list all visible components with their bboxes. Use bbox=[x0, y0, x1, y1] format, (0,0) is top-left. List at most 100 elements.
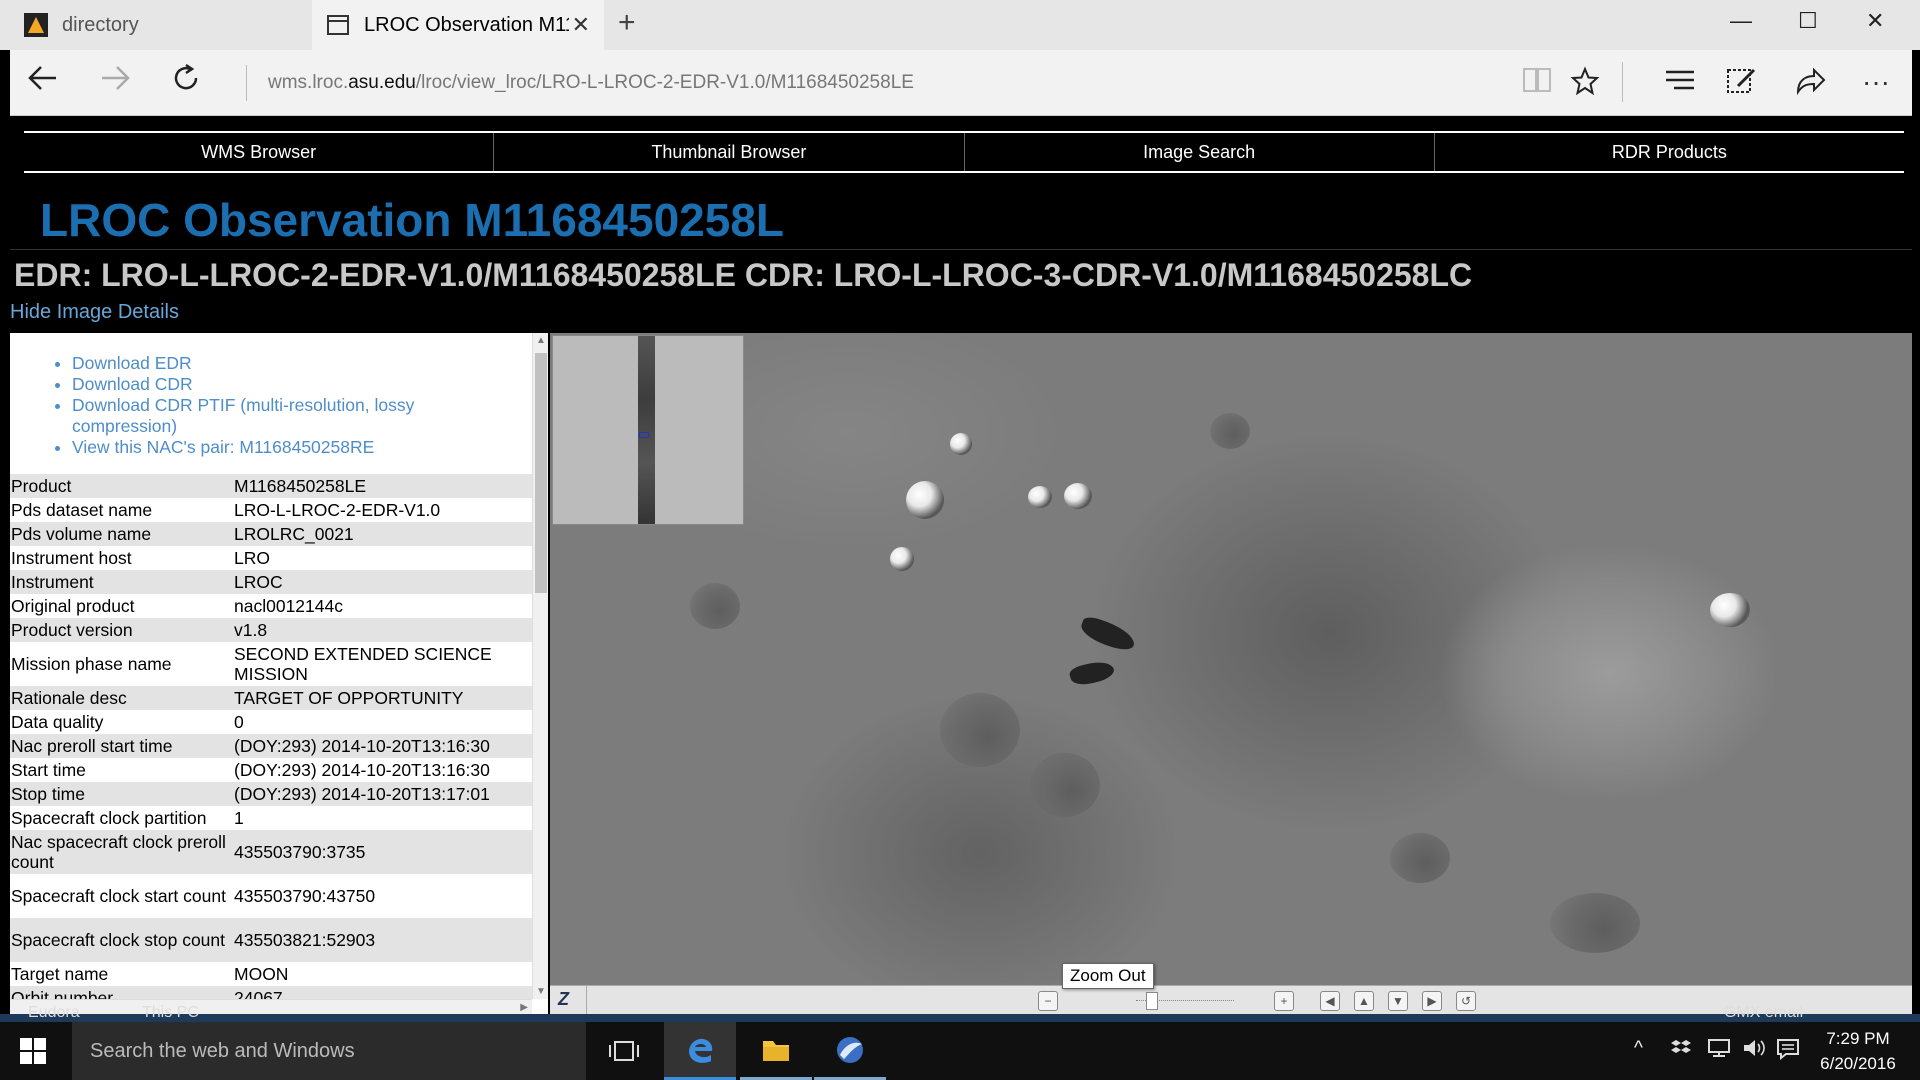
pan-left-icon[interactable]: ◀ bbox=[1320, 991, 1340, 1011]
address-bar: wms.lroc.asu.edu/lroc/view_lroc/LRO-L-LR… bbox=[10, 50, 1912, 116]
desktop-icon-this-pc[interactable]: This PC bbox=[142, 1004, 199, 1022]
tab-title: LROC Observation M1168450258L bbox=[364, 13, 569, 36]
url-field[interactable]: wms.lroc.asu.edu/lroc/view_lroc/LRO-L-LR… bbox=[268, 72, 914, 94]
property-key: Data quality bbox=[11, 712, 104, 732]
task-view-icon[interactable] bbox=[588, 1022, 660, 1080]
star-icon[interactable] bbox=[1570, 66, 1600, 103]
property-value: 435503790:43750 bbox=[234, 886, 376, 906]
download-cdr-link[interactable]: Download CDR bbox=[72, 374, 432, 395]
property-row: Spacecraft clock stop count 435503821:529… bbox=[10, 918, 532, 962]
taskbar-search-box[interactable]: Search the web and Windows bbox=[72, 1022, 586, 1080]
pan-up-icon[interactable]: ▲ bbox=[1354, 991, 1374, 1011]
zoom-out-icon[interactable]: − bbox=[1038, 991, 1058, 1011]
url-prefix: wms.lroc. bbox=[268, 72, 349, 93]
bright-crater bbox=[906, 481, 944, 519]
volume-icon[interactable] bbox=[1742, 1038, 1766, 1064]
pan-down-icon[interactable]: ▼ bbox=[1388, 991, 1408, 1011]
url-path: /lroc/view_lroc/LRO-L-LROC-2-EDR-V1.0/M1… bbox=[415, 72, 914, 93]
close-tab-icon[interactable]: ✕ bbox=[572, 12, 590, 38]
dark-crater bbox=[1390, 833, 1450, 883]
zoomify-logo: Z bbox=[558, 989, 569, 1009]
hub-icon[interactable] bbox=[1664, 66, 1696, 101]
pen-icon[interactable] bbox=[1726, 66, 1758, 103]
property-row: Nac spacecraft clock preroll count 435503… bbox=[10, 830, 532, 874]
pan-right-icon[interactable]: ▶ bbox=[1422, 991, 1442, 1011]
maximize-icon[interactable]: ☐ bbox=[1798, 8, 1818, 34]
property-row: Spacecraft clock partition 1 bbox=[10, 806, 532, 830]
nav-rdr-products[interactable]: RDR Products bbox=[1435, 133, 1904, 171]
url-divider bbox=[246, 65, 247, 101]
new-tab-icon[interactable]: + bbox=[618, 6, 636, 40]
download-edr-link[interactable]: Download EDR bbox=[72, 353, 432, 374]
scroll-down-icon[interactable]: ▼ bbox=[536, 986, 546, 997]
property-value: 1 bbox=[234, 808, 244, 828]
horizontal-scrollbar[interactable]: ▶ bbox=[10, 999, 532, 1014]
property-value: (DOY:293) 2014-10-20T13:17:01 bbox=[234, 784, 490, 804]
property-row: Instrument LROC bbox=[10, 570, 532, 594]
property-row: Product M1168450258LE bbox=[10, 474, 532, 498]
property-value: nacl0012144c bbox=[234, 596, 343, 616]
property-key: Nac preroll start time bbox=[11, 736, 173, 756]
network-icon[interactable] bbox=[1706, 1038, 1732, 1064]
property-key: Stop time bbox=[11, 784, 85, 804]
property-value: SECOND EXTENDED SCIENCE MISSION bbox=[234, 644, 492, 684]
dropbox-icon[interactable] bbox=[1670, 1038, 1692, 1064]
property-key: Rationale desc bbox=[11, 688, 127, 708]
property-row: Target name MOON bbox=[10, 962, 532, 986]
viewport-indicator[interactable] bbox=[639, 432, 649, 438]
dark-feature bbox=[1068, 657, 1116, 689]
url-host: asu.edu bbox=[348, 72, 416, 93]
overview-thumbnail[interactable] bbox=[552, 335, 744, 525]
property-row: Start time (DOY:293) 2014-10-20T13:16:30 bbox=[10, 758, 532, 782]
view-nac-pair-link[interactable]: View this NAC's pair: M1168450258RE bbox=[72, 437, 432, 458]
nav-image-search[interactable]: Image Search bbox=[965, 133, 1435, 171]
desktop-icon-eudora[interactable]: Eudora bbox=[28, 1004, 80, 1022]
properties-table: Product M1168450258LE Pds dataset name LRO-… bbox=[10, 474, 532, 1010]
more-icon[interactable]: ··· bbox=[1862, 66, 1890, 98]
property-row: Stop time (DOY:293) 2014-10-20T13:17:01 bbox=[10, 782, 532, 806]
system-clock[interactable]: 7:29 PM 6/20/2016 bbox=[1808, 1026, 1908, 1076]
close-window-icon[interactable]: ✕ bbox=[1866, 8, 1884, 34]
nav-wms-browser[interactable]: WMS Browser bbox=[24, 133, 495, 171]
file-explorer-icon[interactable] bbox=[740, 1022, 812, 1080]
zoom-slider-knob[interactable] bbox=[1146, 992, 1158, 1010]
windows-start-icon[interactable] bbox=[20, 1038, 46, 1064]
share-icon[interactable] bbox=[1794, 66, 1826, 103]
book-icon[interactable] bbox=[1522, 66, 1552, 101]
scroll-right-icon[interactable]: ▶ bbox=[520, 1002, 528, 1013]
edge-browser-icon[interactable] bbox=[664, 1022, 736, 1080]
property-row: Spacecraft clock start count 435503790:43… bbox=[10, 874, 532, 918]
moon-image-viewer[interactable]: Z − + ◀ ▲ ▼ ▶ ↺ Zoom Out bbox=[550, 333, 1912, 1014]
chevron-up-icon[interactable]: ^ bbox=[1634, 1038, 1643, 1060]
clock-time: 7:29 PM bbox=[1826, 1029, 1890, 1048]
dark-feature bbox=[1077, 614, 1139, 654]
refresh-icon[interactable] bbox=[170, 62, 202, 103]
tab-lroc-observation[interactable]: LROC Observation M1168450258L ✕ bbox=[312, 0, 604, 50]
hide-image-details-link[interactable]: Hide Image Details bbox=[10, 301, 179, 324]
property-key: Start time bbox=[11, 760, 86, 780]
property-row: Nac preroll start time (DOY:293) 2014-10-… bbox=[10, 734, 532, 758]
desktop-icon-gmx-email[interactable]: GMX email bbox=[1724, 1004, 1803, 1022]
action-center-icon[interactable] bbox=[1776, 1038, 1800, 1066]
arrow-right-icon[interactable] bbox=[98, 62, 132, 102]
minimize-icon[interactable]: — bbox=[1730, 8, 1752, 34]
property-value: (DOY:293) 2014-10-20T13:16:30 bbox=[234, 736, 490, 756]
nav-thumbnail-browser[interactable]: Thumbnail Browser bbox=[494, 133, 965, 171]
arrow-left-icon[interactable] bbox=[26, 62, 60, 102]
property-value: LRO-L-LROC-2-EDR-V1.0 bbox=[234, 500, 441, 520]
property-value: 435503790:3735 bbox=[234, 842, 366, 862]
vertical-scrollbar[interactable]: ▲ ▼ bbox=[532, 333, 548, 999]
title-divider bbox=[10, 249, 1912, 250]
zoom-in-icon[interactable]: + bbox=[1274, 991, 1294, 1011]
scrollbar-thumb[interactable] bbox=[535, 353, 547, 593]
scroll-up-icon[interactable]: ▲ bbox=[536, 335, 546, 346]
thumbnail-image-strip bbox=[638, 336, 655, 524]
dark-crater bbox=[940, 693, 1020, 767]
zoom-out-tooltip: Zoom Out bbox=[1062, 963, 1154, 989]
reset-view-icon[interactable]: ↺ bbox=[1456, 991, 1476, 1011]
dark-crater bbox=[690, 583, 740, 629]
download-cdr-ptif-link[interactable]: Download CDR PTIF (multi-resolution, los… bbox=[72, 395, 432, 437]
tab-directory[interactable]: directory bbox=[10, 0, 310, 50]
property-value: M1168450258LE bbox=[234, 476, 367, 496]
thunderbird-icon[interactable] bbox=[814, 1022, 886, 1080]
